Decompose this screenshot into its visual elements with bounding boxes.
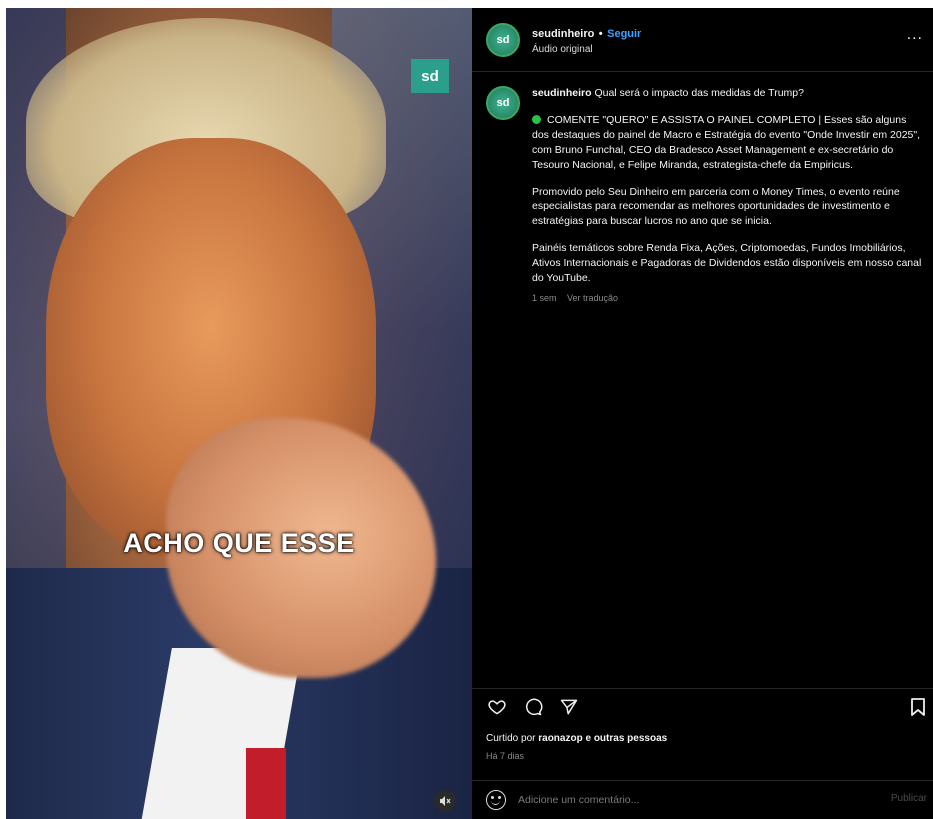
post-modal: ACHO QUE ESSE sd sd seudinheiro • Seguir… [6, 8, 933, 819]
author-username[interactable]: seudinheiro [532, 28, 594, 40]
caption-meta: 1 sem Ver tradução [532, 292, 922, 305]
post-age: 1 sem [532, 292, 557, 303]
heart-icon[interactable] [486, 696, 508, 718]
bookmark-icon[interactable] [907, 696, 929, 718]
post-header: sd seudinheiro • Seguir Áudio original .… [472, 8, 933, 72]
follow-button[interactable]: Seguir [607, 28, 641, 40]
caption-username[interactable]: seudinheiro [532, 87, 592, 99]
likes-others[interactable]: e outras pessoas [585, 733, 667, 744]
video-player[interactable]: ACHO QUE ESSE sd [6, 8, 472, 819]
speaker-muted-icon[interactable] [434, 790, 456, 812]
liker-username[interactable]: raonazop [538, 733, 582, 744]
green-circle-icon [532, 114, 541, 124]
share-icon[interactable] [558, 696, 580, 718]
author-info: seudinheiro • Seguir Áudio original [532, 23, 641, 57]
caption-headline: Qual será o impacto das medidas de Trump… [594, 87, 804, 99]
likes-summary: Curtido por raonazop e outras pessoas [486, 733, 667, 744]
more-options-icon[interactable]: ... [907, 26, 923, 44]
comment-bar: Publicar [472, 780, 933, 819]
caption-paragraph-1: COMENTE "QUERO" E ASSISTA O PAINEL COMPL… [532, 113, 922, 173]
tie [246, 748, 286, 819]
emoji-icon[interactable] [486, 790, 506, 810]
caption-paragraph-3: Painéis temáticos sobre Renda Fixa, Açõe… [532, 242, 922, 285]
action-bar [472, 688, 933, 724]
caption-avatar[interactable]: sd [486, 86, 520, 120]
brand-logo: sd [411, 59, 449, 93]
video-caption: ACHO QUE ESSE [123, 528, 355, 558]
comment-icon[interactable] [522, 696, 544, 718]
post-date: Há 7 dias [486, 751, 525, 761]
post-caption: sd seudinheiro Qual será o impacto das m… [486, 86, 926, 305]
audio-link[interactable]: Áudio original [532, 43, 641, 56]
caption-paragraph-2: Promovido pelo Seu Dinheiro em parceria … [532, 185, 900, 228]
translate-link[interactable]: Ver tradução [567, 293, 618, 303]
comment-input[interactable] [518, 794, 818, 806]
caption-body: seudinheiro Qual será o impacto das medi… [532, 86, 922, 305]
post-sidebar: sd seudinheiro • Seguir Áudio original .… [472, 8, 933, 819]
avatar[interactable]: sd [486, 22, 520, 57]
caption-paragraph-1-text: COMENTE "QUERO" E ASSISTA O PAINEL COMPL… [532, 113, 921, 171]
likes-prefix: Curtido por [486, 733, 536, 744]
separator: • [598, 27, 603, 40]
publish-button[interactable]: Publicar [891, 793, 927, 804]
